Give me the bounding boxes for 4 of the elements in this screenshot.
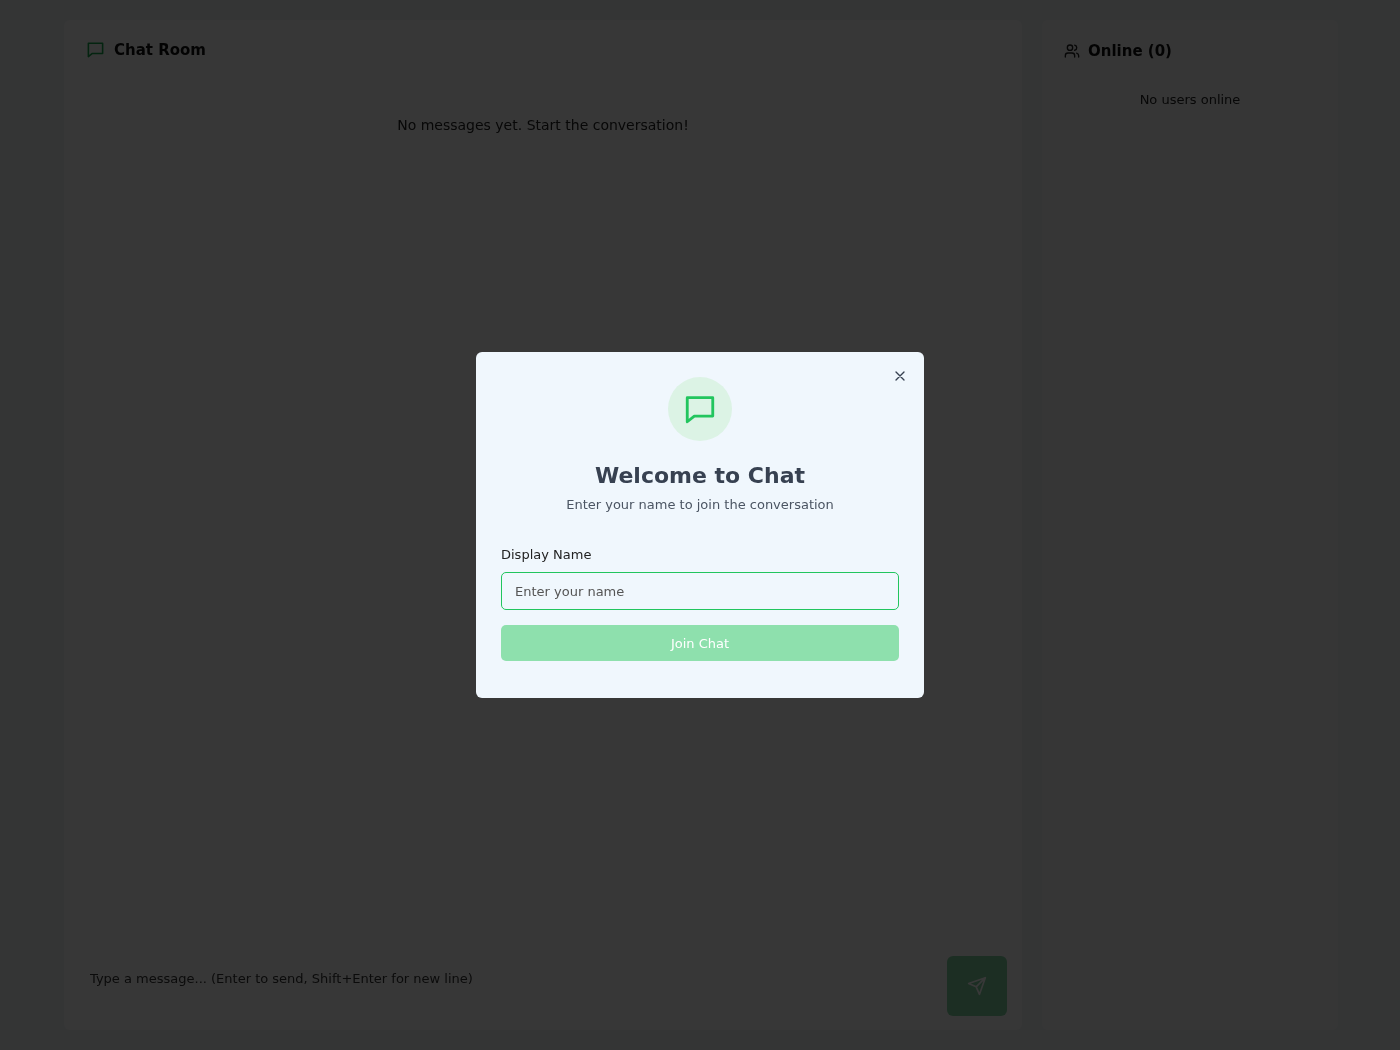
- field-label: Display Name: [501, 547, 592, 562]
- dialog-subtitle: Enter your name to join the conversation: [566, 497, 834, 512]
- dialog-title: Welcome to Chat: [594, 463, 806, 488]
- name-input[interactable]: Enter your name: [501, 572, 899, 610]
